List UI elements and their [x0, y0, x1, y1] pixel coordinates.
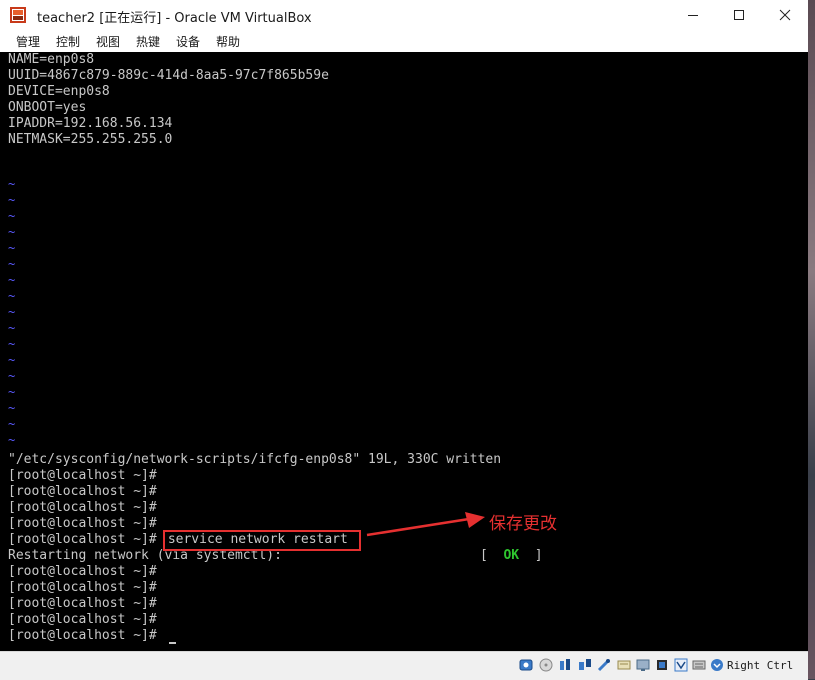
vim-empty-line-marker: ~ [8, 321, 16, 335]
annotation-label: 保存更改 [489, 514, 557, 534]
vim-empty-line-marker: ~ [8, 257, 16, 271]
vim-empty-line-marker: ~ [8, 337, 16, 351]
vim-empty-line-marker: ~ [8, 417, 16, 431]
vim-empty-line-marker: ~ [8, 177, 16, 191]
ok-status: [ OK ] [480, 548, 543, 564]
vim-empty-line-marker: ~ [8, 193, 16, 207]
vm-console-screen[interactable]: NAME=enp0s8 UUID=4867c879-889c-414d-8aa5… [0, 52, 808, 651]
vim-empty-line-marker: ~ [8, 385, 16, 399]
host-key-label: Right Ctrl [727, 659, 794, 672]
config-line-name: NAME=enp0s8 [8, 52, 95, 67]
title-bar[interactable]: teacher2 [正在运行] - Oracle VM VirtualBox [0, 0, 808, 30]
command-highlight-box [163, 530, 361, 551]
usb-icon[interactable] [558, 658, 572, 672]
config-line-device: DEVICE=enp0s8 [8, 84, 110, 99]
config-line-onboot: ONBOOT=yes [8, 100, 87, 115]
vim-empty-line-marker: ~ [8, 225, 16, 239]
ok-close-bracket: ] [519, 548, 543, 563]
vim-empty-line-marker: ~ [8, 353, 16, 367]
shell-prompt-line: [root@localhost ~]# [8, 612, 157, 627]
shell-prompt-line: [root@localhost ~]# [8, 580, 157, 595]
vim-empty-line-marker: ~ [8, 273, 16, 287]
ok-status-text: OK [503, 548, 520, 563]
annotation-arrow-icon [366, 512, 485, 537]
vim-written-message: "/etc/sysconfig/network-scripts/ifcfg-en… [8, 452, 502, 467]
maximize-icon [734, 10, 744, 20]
desktop-background-right [808, 0, 815, 679]
optical-disk-icon[interactable] [539, 658, 553, 672]
video-capture-icon[interactable] [636, 658, 650, 672]
virtualbox-app-icon [10, 7, 26, 23]
keyboard-icon[interactable] [692, 658, 706, 672]
config-line-uuid: UUID=4867c879-889c-414d-8aa5-97c7f865b59… [8, 68, 329, 83]
arrow-down-icon[interactable] [710, 658, 724, 672]
close-icon [779, 9, 791, 21]
menu-bar: 管理 控制 视图 热键 设备 帮助 [0, 30, 808, 52]
shell-prompt-line: [root@localhost ~]# [8, 596, 157, 611]
shell-prompt-line: [root@localhost ~]# [8, 564, 157, 579]
minimize-button[interactable] [670, 0, 716, 30]
window-title: teacher2 [正在运行] - Oracle VM VirtualBox [37, 11, 312, 26]
shell-prompt-line: [root@localhost ~]# [8, 516, 157, 531]
menu-devices[interactable]: 设备 [176, 33, 200, 50]
mouse-integration-icon[interactable] [674, 658, 688, 672]
shared-folder-icon[interactable] [597, 658, 611, 672]
virtualbox-window: teacher2 [正在运行] - Oracle VM VirtualBox 管… [0, 0, 808, 680]
menu-hotkeys[interactable]: 热键 [136, 33, 160, 50]
menu-manage[interactable]: 管理 [16, 33, 40, 50]
minimize-icon [688, 15, 698, 16]
ok-open-bracket: [ [480, 548, 504, 563]
vim-empty-line-marker: ~ [8, 305, 16, 319]
vim-empty-line-marker: ~ [8, 369, 16, 383]
menu-help[interactable]: 帮助 [216, 33, 240, 50]
close-button[interactable] [762, 0, 808, 30]
vim-empty-line-marker: ~ [8, 241, 16, 255]
shell-prompt-line: [root@localhost ~]# [8, 468, 157, 483]
cpu-icon[interactable] [655, 658, 669, 672]
status-bar: Right Ctrl [0, 651, 808, 680]
menu-control[interactable]: 控制 [56, 33, 80, 50]
vim-empty-line-marker: ~ [8, 289, 16, 303]
config-line-ipaddr: IPADDR=192.168.56.134 [8, 116, 173, 131]
hard-disk-icon[interactable] [519, 658, 533, 672]
shell-prompt-line: [root@localhost ~]# [8, 484, 157, 499]
vim-empty-line-marker: ~ [8, 401, 16, 415]
shell-prompt-line: [root@localhost ~]# [8, 500, 157, 515]
display-icon[interactable] [617, 658, 631, 672]
maximize-button[interactable] [716, 0, 762, 30]
network-icon[interactable] [578, 658, 592, 672]
shell-prompt-line: [root@localhost ~]# [8, 532, 157, 547]
terminal-cursor [169, 642, 176, 644]
vim-empty-line-marker: ~ [8, 433, 16, 447]
vim-empty-line-marker: ~ [8, 209, 16, 223]
config-line-netmask: NETMASK=255.255.255.0 [8, 132, 173, 147]
shell-prompt-line: [root@localhost ~]# [8, 628, 157, 643]
menu-view[interactable]: 视图 [96, 33, 120, 50]
